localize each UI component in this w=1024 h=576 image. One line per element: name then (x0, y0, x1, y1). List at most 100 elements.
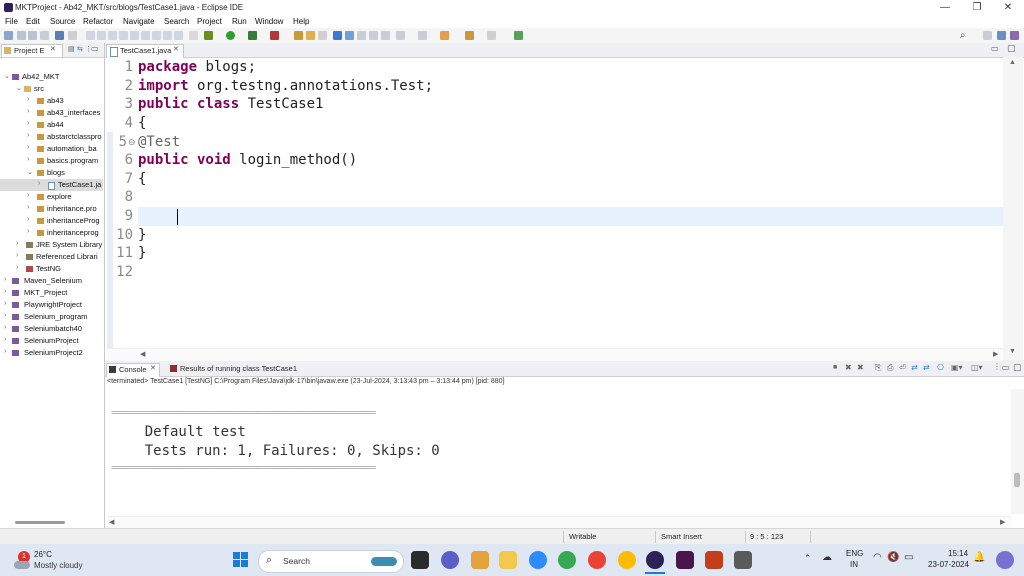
chevron-right-icon[interactable]: › (27, 120, 33, 127)
minimize-button[interactable]: — (930, 0, 960, 15)
step-into-icon[interactable] (130, 31, 139, 40)
debug-icon[interactable] (204, 31, 213, 40)
chrome-icon[interactable] (558, 551, 576, 569)
close-button[interactable]: ✕ (993, 0, 1023, 15)
open-task-icon[interactable] (306, 31, 315, 40)
chevron-right-icon[interactable]: › (27, 132, 33, 139)
close-tab-icon[interactable]: ✕ (50, 45, 56, 53)
terminal-icon[interactable] (55, 31, 64, 40)
minimize-view-icon[interactable]: ▭ (91, 44, 99, 53)
clear-console-icon[interactable]: ⎘ (875, 363, 881, 373)
chevron-right-icon[interactable]: › (4, 324, 10, 331)
external-tools-icon[interactable] (270, 31, 279, 40)
java-perspective-icon[interactable] (997, 31, 1006, 40)
menu-search[interactable]: Search (164, 17, 189, 26)
chevron-right-icon[interactable]: › (27, 204, 33, 211)
chevron-right-icon[interactable]: › (27, 228, 33, 235)
word-wrap-icon[interactable] (357, 31, 366, 40)
copilot-icon[interactable] (996, 551, 1014, 569)
eclipse-icon[interactable] (646, 551, 664, 569)
show-on-output-icon[interactable]: ⇄ (911, 363, 918, 372)
clock-date[interactable]: 23-07-2024 (928, 560, 969, 569)
display-console-icon[interactable]: ▣▾ (951, 363, 963, 372)
pin-editor-icon[interactable] (514, 31, 523, 40)
drop-to-frame-icon[interactable] (163, 31, 172, 40)
language-top[interactable]: ENG (846, 549, 863, 558)
remove-all-icon[interactable]: ✖ (857, 363, 864, 372)
maximize-view-icon[interactable]: ▢ (1013, 362, 1022, 373)
code-line-2[interactable]: import org.testng.annotations.Test; (138, 77, 433, 96)
code-line-11[interactable]: } (138, 244, 146, 263)
open-perspective-icon[interactable] (983, 31, 992, 40)
step-over-icon[interactable] (141, 31, 150, 40)
fold-marker-icon[interactable]: ⊖ (128, 137, 136, 148)
chevron-up-icon[interactable]: ⌃ (804, 553, 812, 564)
chevron-right-icon[interactable]: › (38, 180, 44, 187)
next-annotation-icon[interactable] (396, 31, 405, 40)
code-line-7[interactable]: { (138, 170, 146, 189)
annotation-icon[interactable] (333, 31, 342, 40)
menu-file[interactable]: File (5, 17, 18, 26)
taskbar-search-box[interactable]: ⌕ Search (258, 550, 404, 573)
photos-icon[interactable] (471, 551, 489, 569)
scroll-thumb[interactable] (1014, 473, 1020, 487)
cursor-position[interactable]: 9 : 5 : 123 (750, 532, 783, 541)
link-with-editor-icon[interactable]: ⇆ (77, 45, 83, 53)
code-line-10[interactable]: } (138, 226, 146, 245)
clock-time[interactable]: 15:14 (948, 549, 968, 558)
code-line-3[interactable]: public class TestCase1 (138, 95, 323, 114)
close-tab-icon[interactable]: ✕ (150, 364, 156, 372)
debug-perspective-icon[interactable] (1010, 31, 1019, 40)
remove-launch-icon[interactable]: ✖ (845, 363, 852, 372)
editor-horizontal-scrollbar[interactable]: ◀ ▶ (107, 348, 1003, 361)
menu-help[interactable]: Help (293, 17, 309, 26)
language-bottom[interactable]: IN (850, 560, 858, 569)
close-tab-icon[interactable]: ✕ (173, 45, 179, 53)
chevron-right-icon[interactable]: › (4, 276, 10, 283)
menu-refactor[interactable]: Refactor (83, 17, 113, 26)
notification-bell-icon[interactable]: 🔔 (973, 552, 985, 563)
show-whitespace-icon[interactable] (381, 31, 390, 40)
powerpoint-icon[interactable] (705, 551, 723, 569)
editor-vertical-scrollbar[interactable]: ▲ ▼ (1003, 57, 1023, 360)
chevron-right-icon[interactable]: › (16, 252, 22, 259)
zoom-icon[interactable] (529, 551, 547, 569)
slack-icon[interactable] (676, 551, 694, 569)
chevron-down-icon[interactable]: ⌄ (27, 168, 33, 176)
scroll-left-icon[interactable]: ◀ (140, 350, 145, 358)
file-explorer-icon[interactable] (499, 551, 517, 569)
suspend-icon[interactable] (97, 31, 106, 40)
task-view-icon[interactable] (411, 551, 429, 569)
menu-navigate[interactable]: Navigate (123, 17, 155, 26)
menu-source[interactable]: Source (50, 17, 75, 26)
windows-start-icon[interactable] (233, 552, 249, 568)
speaker-muted-icon[interactable]: 🔇 (887, 552, 899, 563)
chevron-right-icon[interactable]: › (27, 216, 33, 223)
scroll-left-icon[interactable]: ◀ (109, 518, 114, 526)
terminate-icon[interactable]: ■ (833, 364, 837, 371)
open-type-icon[interactable] (294, 31, 303, 40)
maximize-editor-icon[interactable]: ▢ (1007, 43, 1016, 54)
use-step-filters-icon[interactable] (174, 31, 183, 40)
chevron-down-icon[interactable]: ⌄ (4, 72, 10, 80)
back-icon[interactable] (465, 31, 474, 40)
search-icon[interactable]: ⌕ (960, 30, 966, 41)
wifi-icon[interactable]: ◠ (873, 552, 882, 563)
insert-mode-status[interactable]: Smart Insert (661, 532, 702, 541)
resume-icon[interactable] (86, 31, 95, 40)
last-edit-icon[interactable] (440, 31, 449, 40)
chat-icon[interactable] (441, 551, 459, 569)
toggle-icon[interactable] (189, 31, 198, 40)
menu-run[interactable]: Run (232, 17, 247, 26)
save-all-icon[interactable] (28, 31, 37, 40)
word-wrap-icon[interactable]: ⏎ (899, 363, 906, 372)
maximize-button[interactable]: ❐ (962, 0, 992, 15)
scroll-down-icon[interactable]: ▼ (1009, 348, 1016, 355)
chevron-right-icon[interactable]: › (16, 264, 22, 271)
terminate-icon[interactable] (108, 31, 117, 40)
battery-icon[interactable]: ▭ (904, 552, 913, 563)
code-line-1[interactable]: package blogs; (138, 58, 256, 77)
minimize-view-icon[interactable]: ▭ (1002, 363, 1010, 372)
code-line-5[interactable]: @Test (138, 133, 180, 152)
previous-annotation-icon[interactable] (418, 31, 427, 40)
